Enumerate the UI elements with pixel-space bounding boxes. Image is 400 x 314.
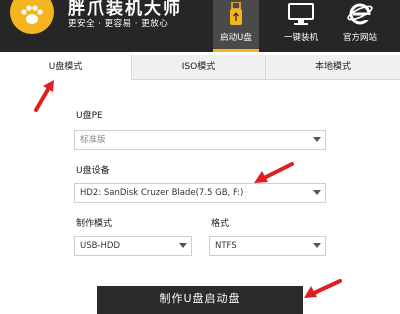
format-label: 格式 [211,219,230,229]
pe-label: U盘PE [76,111,103,121]
mode-tabs: U盘模式 ISO模式 本地模式 [0,55,400,80]
browser-e-icon [337,2,383,26]
app-header: 胖爪装机大师 更安全 · 更容易 · 更放心 启动U盘 一键装机 官方网站 [0,0,400,52]
format-select-value: NTFS [215,241,237,251]
monitor-icon [276,2,326,26]
nav-official-site-label: 官方网站 [342,33,377,43]
nav-one-click-label: 一键装机 [283,33,318,43]
mode-select[interactable]: USB-HDD [74,236,192,256]
chevron-down-icon [313,243,321,248]
format-select[interactable]: NTFS [209,236,326,256]
tab-iso-mode[interactable]: ISO模式 [132,55,266,79]
nav-boot-usb-label: 启动U盘 [220,33,252,43]
usb-drive-icon [213,2,259,26]
app-slogan: 更安全 · 更容易 · 更放心 [68,19,169,29]
annotation-arrow-icon [254,162,294,183]
paw-logo-icon [10,0,54,34]
start-make-usb-button[interactable]: 制作U盘启动盘 [97,286,303,314]
tab-local-mode[interactable]: 本地模式 [266,55,400,79]
nav-one-click-install[interactable]: 一键装机 [276,0,326,52]
device-label: U盘设备 [76,166,110,176]
chevron-down-icon [179,243,187,248]
annotation-arrow-icon [304,279,342,298]
nav-official-site[interactable]: 官方网站 [337,0,383,52]
mode-label: 制作模式 [76,219,113,229]
tab-usb-mode[interactable]: U盘模式 [0,55,132,80]
nav-boot-usb[interactable]: 启动U盘 [213,0,259,52]
chevron-down-icon [313,137,321,142]
annotation-arrow-icon [34,80,54,112]
pe-select-value: 标准版 [80,135,106,145]
chevron-down-icon [313,190,321,195]
pe-select[interactable]: 标准版 [74,130,326,150]
mode-select-value: USB-HDD [80,241,120,251]
device-select-value: HD2: SanDisk Cruzer Blade(7.5 GB, F:) [80,188,244,198]
